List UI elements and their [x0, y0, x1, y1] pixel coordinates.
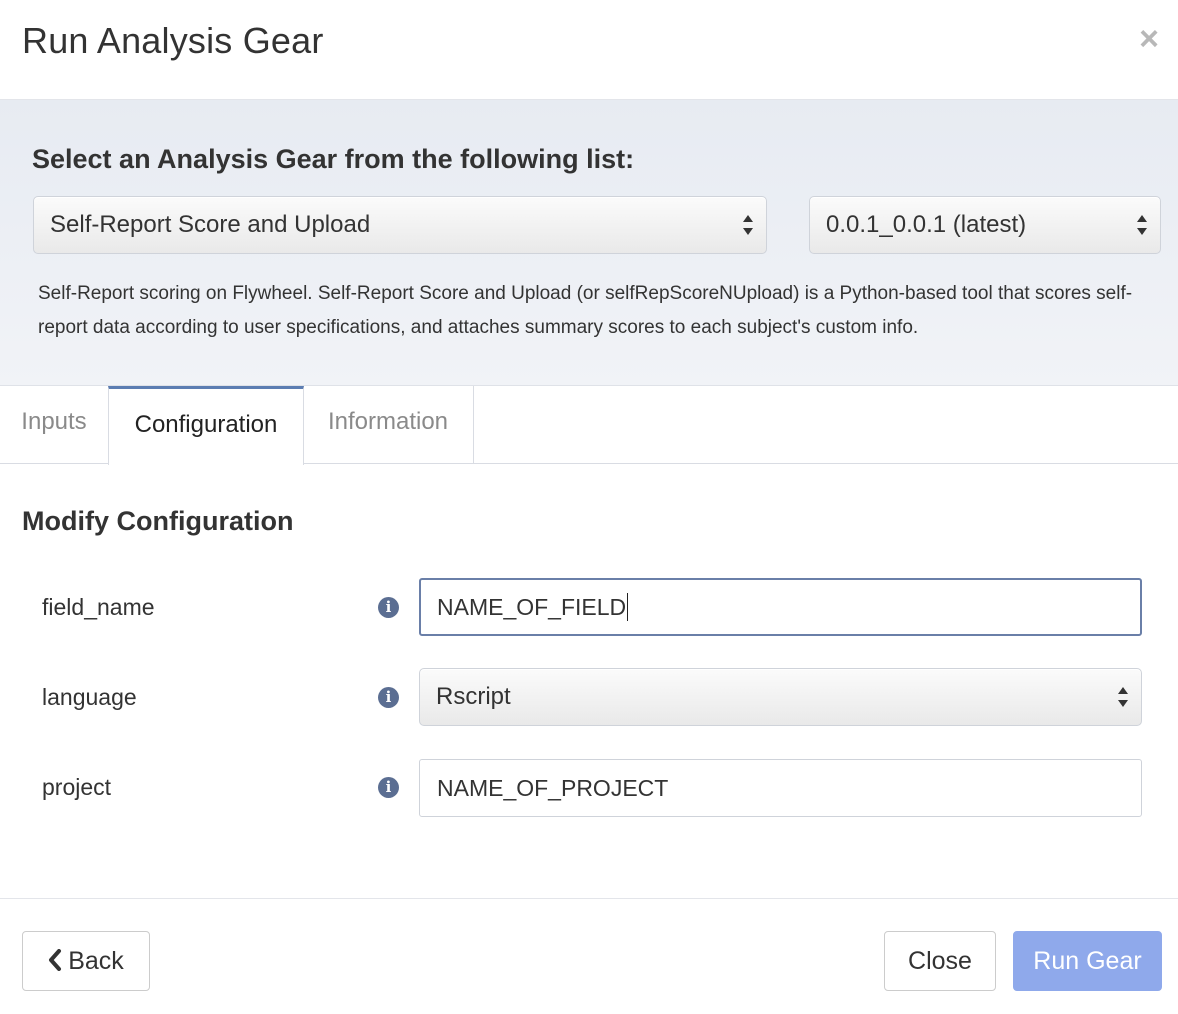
- modal-header: Run Analysis Gear ×: [0, 0, 1178, 100]
- info-icon[interactable]: i: [378, 597, 399, 618]
- version-select-value: 0.0.1_0.0.1 (latest): [826, 211, 1027, 238]
- field-name-label: field_name: [42, 594, 155, 620]
- gear-selection-heading: Select an Analysis Gear from the followi…: [32, 144, 635, 174]
- gear-select[interactable]: Self-Report Score and Upload: [33, 196, 767, 254]
- close-button[interactable]: Close: [884, 931, 996, 991]
- tab-bar: Inputs Configuration Information: [0, 386, 1178, 465]
- tab-inputs[interactable]: Inputs: [0, 386, 109, 464]
- config-title: Modify Configuration: [22, 506, 294, 536]
- tab-information[interactable]: Information: [303, 386, 474, 464]
- run-gear-button[interactable]: Run Gear: [1013, 931, 1162, 991]
- language-select-value: Rscript: [436, 683, 511, 710]
- info-icon[interactable]: i: [378, 687, 399, 708]
- tab-configuration[interactable]: Configuration: [108, 386, 304, 465]
- gear-selection-panel: Select an Analysis Gear from the followi…: [0, 100, 1178, 386]
- text-caret: [627, 592, 629, 621]
- modal-title: Run Analysis Gear: [22, 20, 324, 61]
- gear-description: Self-Report scoring on Flywheel. Self-Re…: [38, 283, 1133, 338]
- close-icon[interactable]: ×: [1134, 22, 1164, 56]
- select-arrows-icon: [1118, 687, 1128, 707]
- field-name-value: NAME_OF_FIELD: [437, 594, 627, 620]
- back-button-label: Back: [68, 947, 124, 975]
- project-label: project: [42, 774, 112, 800]
- modal-footer: Back Close Run Gear: [0, 898, 1178, 1014]
- select-arrows-icon: [1137, 215, 1147, 235]
- version-select[interactable]: 0.0.1_0.0.1 (latest): [809, 196, 1161, 254]
- chevron-left-icon: [49, 948, 62, 971]
- language-select[interactable]: Rscript: [419, 668, 1142, 726]
- info-icon[interactable]: i: [378, 777, 399, 798]
- field-name-input[interactable]: NAME_OF_FIELD: [419, 578, 1142, 636]
- project-input[interactable]: NAME_OF_PROJECT: [419, 759, 1142, 817]
- select-arrows-icon: [743, 215, 753, 235]
- project-value: NAME_OF_PROJECT: [437, 775, 669, 801]
- back-button[interactable]: Back: [22, 931, 150, 991]
- language-label: language: [42, 684, 137, 710]
- gear-select-value: Self-Report Score and Upload: [50, 211, 371, 238]
